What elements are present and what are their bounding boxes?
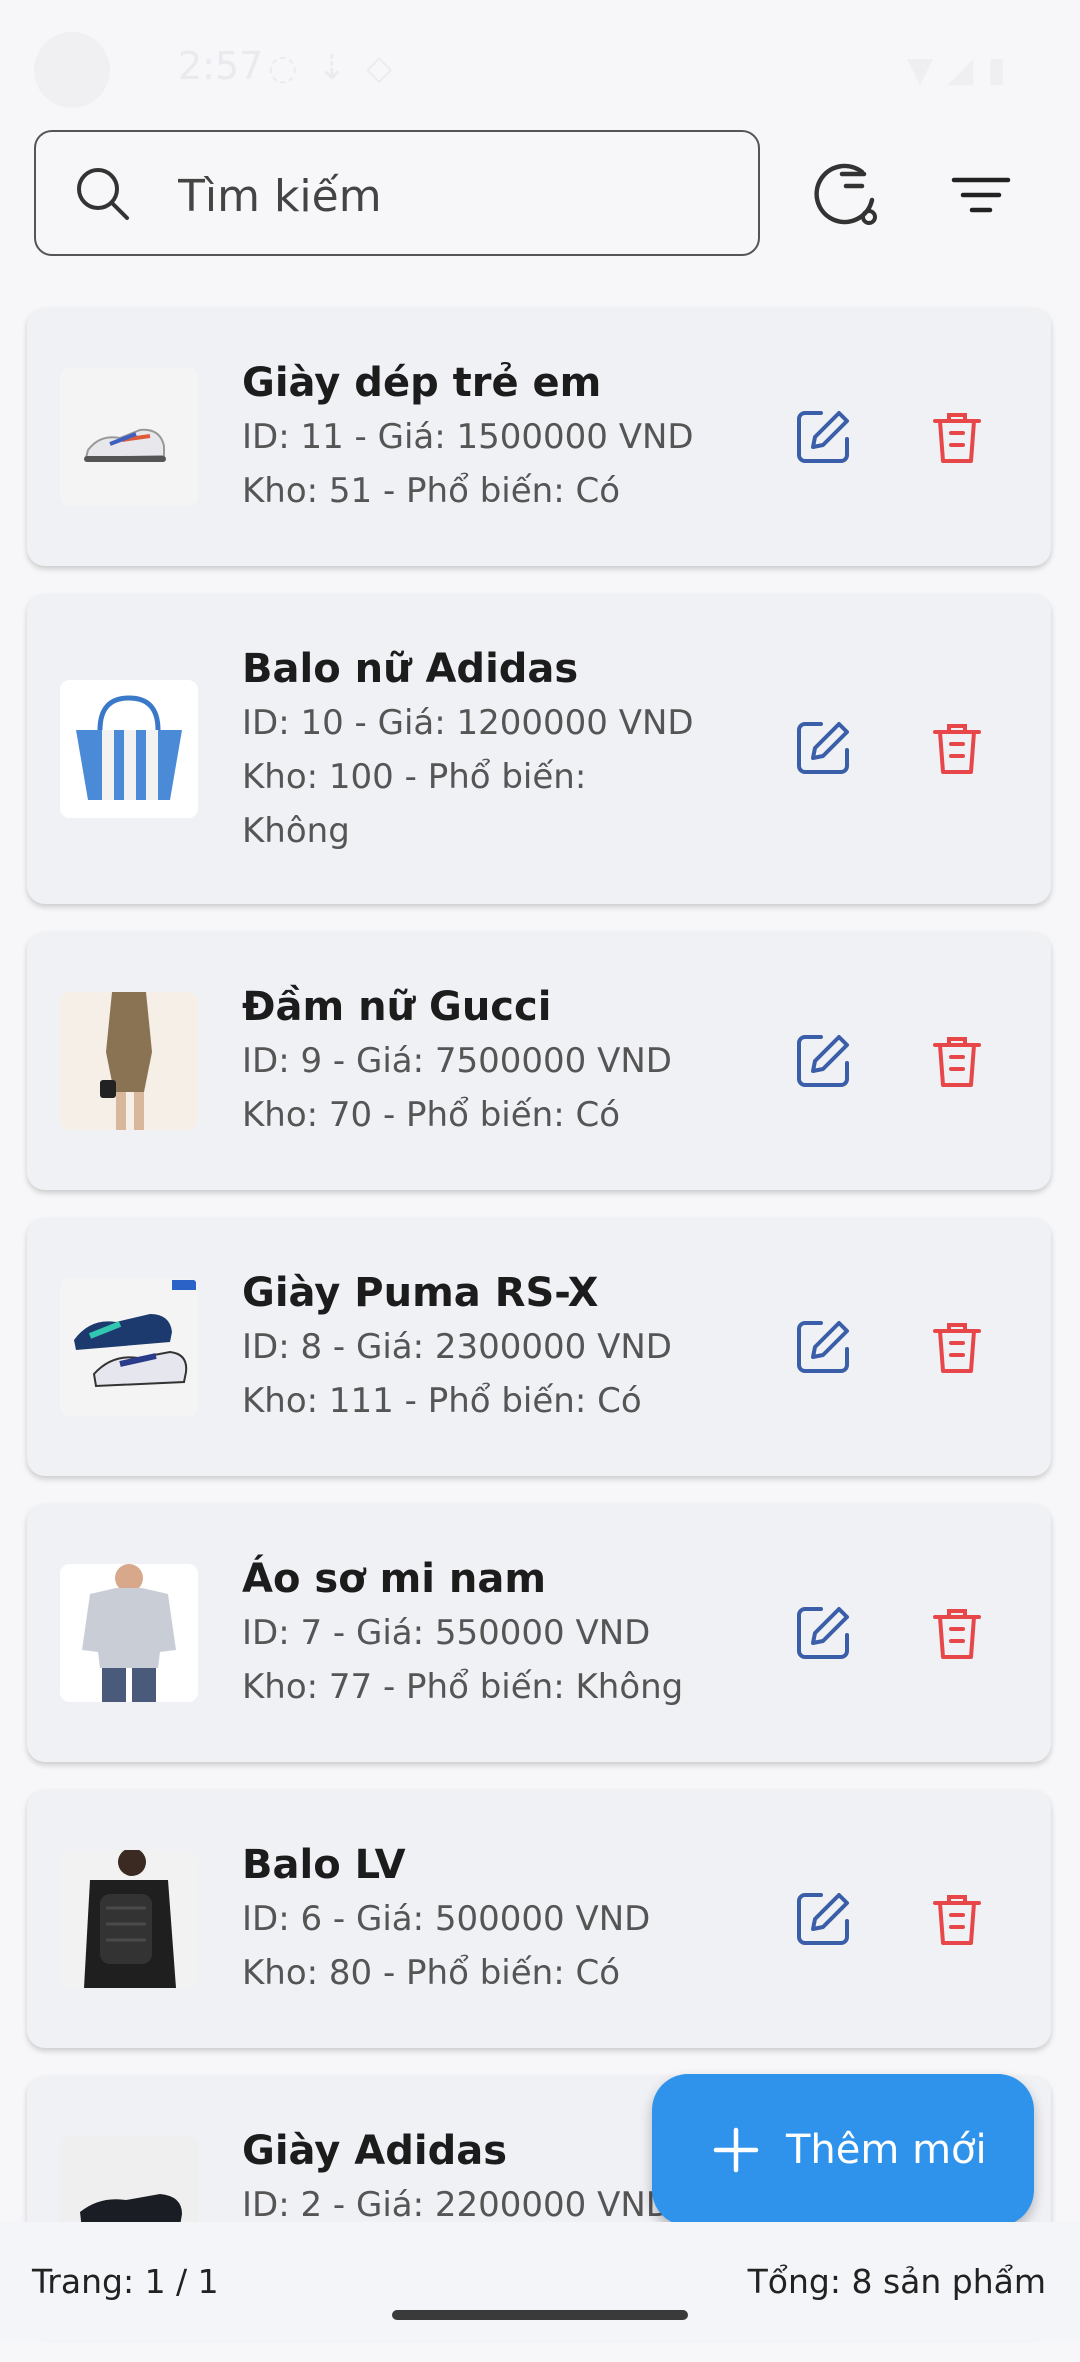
product-name: Áo sơ mi nam [242, 1556, 547, 1602]
product-name: Balo nữ Adidas [242, 646, 579, 692]
product-card[interactable]: Balo nữ Adidas ID: 10 - Giá: 1200000 VND… [27, 594, 1051, 904]
product-id-price: ID: 10 - Giá: 1200000 VND [242, 703, 694, 743]
product-id-price: ID: 8 - Giá: 2300000 VND [242, 1327, 672, 1367]
product-popular-value: Không [242, 811, 350, 851]
system-icons: ▼◢▮ [906, 50, 1020, 90]
product-name: Đầm nữ Gucci [242, 984, 552, 1030]
edit-icon[interactable] [791, 1887, 855, 1951]
edit-icon[interactable] [791, 1029, 855, 1093]
product-card[interactable]: Đầm nữ Gucci ID: 9 - Giá: 7500000 VND Kh… [27, 932, 1051, 1190]
add-new-button[interactable]: Thêm mới [652, 2074, 1034, 2226]
trash-icon[interactable] [925, 1887, 989, 1951]
product-stock-popular: Kho: 100 - Phổ biến: [242, 757, 587, 797]
product-image [60, 368, 198, 506]
product-card[interactable]: Giày dép trẻ em ID: 11 - Giá: 1500000 VN… [27, 308, 1051, 566]
product-image [60, 1564, 198, 1702]
product-stock-popular: Kho: 111 - Phổ biến: Có [242, 1381, 642, 1421]
plus-icon [713, 2127, 759, 2173]
pagination-footer: Trang: 1 / 1 Tổng: 8 sản phẩm [0, 2222, 1080, 2340]
search-icon [77, 168, 129, 220]
status-time: 2:57 [178, 44, 264, 88]
product-id-price: ID: 7 - Giá: 550000 VND [242, 1613, 651, 1653]
product-image [60, 1278, 198, 1416]
product-id-price: ID: 6 - Giá: 500000 VND [242, 1899, 651, 1939]
trash-icon[interactable] [925, 1601, 989, 1665]
product-card[interactable]: Balo LV ID: 6 - Giá: 500000 VND Kho: 80 … [27, 1790, 1051, 2048]
product-name: Balo LV [242, 1842, 406, 1888]
product-id-price: ID: 11 - Giá: 1500000 VND [242, 417, 694, 457]
product-list: Giày dép trẻ em ID: 11 - Giá: 1500000 VN… [27, 308, 1051, 2362]
search-input[interactable] [176, 160, 740, 232]
product-image [60, 1850, 198, 1988]
product-image [60, 680, 198, 818]
edit-icon[interactable] [791, 716, 855, 780]
edit-icon[interactable] [791, 405, 855, 469]
trash-icon[interactable] [925, 1315, 989, 1379]
notification-icons: ◌⇣◇ [268, 48, 413, 88]
edit-icon[interactable] [791, 1601, 855, 1665]
product-card[interactable]: Áo sơ mi nam ID: 7 - Giá: 550000 VND Kho… [27, 1504, 1051, 1762]
product-stock-popular: Kho: 77 - Phổ biến: Không [242, 1667, 684, 1707]
add-new-label: Thêm mới [786, 2127, 987, 2173]
product-stock-popular: Kho: 51 - Phổ biến: Có [242, 471, 621, 511]
status-bar: 2:57 ◌⇣◇ ▼◢▮ [0, 0, 1080, 120]
page-indicator: Trang: 1 / 1 [32, 2262, 219, 2301]
product-stock-popular: Kho: 70 - Phổ biến: Có [242, 1095, 621, 1135]
trash-icon[interactable] [925, 405, 989, 469]
product-id-price: ID: 9 - Giá: 7500000 VND [242, 1041, 672, 1081]
total-count: Tổng: 8 sản phẩm [747, 2262, 1046, 2301]
product-name: Giày Puma RS-X [242, 1270, 599, 1316]
trash-icon[interactable] [925, 716, 989, 780]
edit-icon[interactable] [791, 1315, 855, 1379]
search-box[interactable] [34, 130, 760, 256]
history-icon[interactable] [812, 160, 882, 230]
product-stock-popular: Kho: 80 - Phổ biến: Có [242, 1953, 621, 1993]
home-indicator[interactable] [392, 2310, 688, 2320]
product-card[interactable]: Giày Puma RS-X ID: 8 - Giá: 2300000 VND … [27, 1218, 1051, 1476]
trash-icon[interactable] [925, 1029, 989, 1093]
product-image [60, 992, 198, 1130]
camera-cutout [34, 32, 110, 108]
product-name: Giày dép trẻ em [242, 360, 602, 406]
filter-icon[interactable] [946, 160, 1016, 230]
